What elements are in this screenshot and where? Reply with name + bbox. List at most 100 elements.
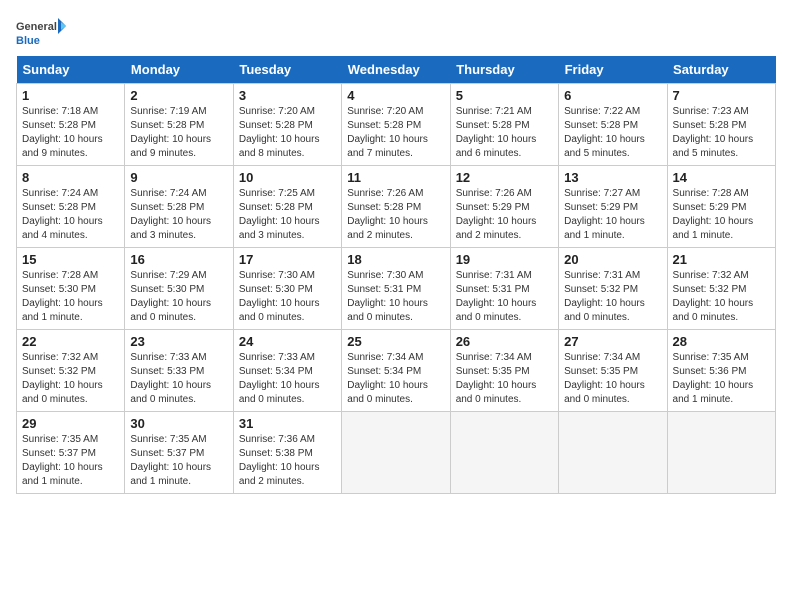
day-number: 15 xyxy=(22,252,119,267)
day-number: 29 xyxy=(22,416,119,431)
day-info: Sunrise: 7:36 AM Sunset: 5:38 PM Dayligh… xyxy=(239,433,336,489)
day-cell-23: 23 Sunrise: 7:33 AM Sunset: 5:33 PM Dayli… xyxy=(125,330,233,412)
day-cell-14: 14 Sunrise: 7:28 AM Sunset: 5:29 PM Dayli… xyxy=(667,166,775,248)
day-info: Sunrise: 7:23 AM Sunset: 5:28 PM Dayligh… xyxy=(673,105,770,161)
day-number: 12 xyxy=(456,170,553,185)
day-info: Sunrise: 7:20 AM Sunset: 5:28 PM Dayligh… xyxy=(239,105,336,161)
day-info: Sunrise: 7:30 AM Sunset: 5:31 PM Dayligh… xyxy=(347,269,444,325)
day-number: 3 xyxy=(239,88,336,103)
day-info: Sunrise: 7:19 AM Sunset: 5:28 PM Dayligh… xyxy=(130,105,227,161)
day-cell-1: 1Sunrise: 7:18 AM Sunset: 5:28 PM Daylig… xyxy=(17,84,125,166)
day-info: Sunrise: 7:27 AM Sunset: 5:29 PM Dayligh… xyxy=(564,187,661,243)
day-cell-12: 12 Sunrise: 7:26 AM Sunset: 5:29 PM Dayli… xyxy=(450,166,558,248)
day-cell-18: 18Sunrise: 7:30 AM Sunset: 5:31 PM Dayli… xyxy=(342,248,450,330)
day-info: Sunrise: 7:32 AM Sunset: 5:32 PM Dayligh… xyxy=(22,351,119,407)
day-number: 8 xyxy=(22,170,119,185)
day-number: 23 xyxy=(130,334,227,349)
day-cell-5: 5Sunrise: 7:21 AM Sunset: 5:28 PM Daylig… xyxy=(450,84,558,166)
day-cell-9: 9 Sunrise: 7:24 AM Sunset: 5:28 PM Daylig… xyxy=(125,166,233,248)
day-cell-17: 17Sunrise: 7:30 AM Sunset: 5:30 PM Dayli… xyxy=(233,248,341,330)
weekday-header-row: SundayMondayTuesdayWednesdayThursdayFrid… xyxy=(17,56,776,84)
day-cell-22: 22 Sunrise: 7:32 AM Sunset: 5:32 PM Dayli… xyxy=(17,330,125,412)
day-number: 16 xyxy=(130,252,227,267)
day-info: Sunrise: 7:28 AM Sunset: 5:29 PM Dayligh… xyxy=(673,187,770,243)
week-row-1: 1Sunrise: 7:18 AM Sunset: 5:28 PM Daylig… xyxy=(17,84,776,166)
empty-cell xyxy=(667,412,775,494)
svg-text:Blue: Blue xyxy=(16,35,40,47)
day-cell-30: 30Sunrise: 7:35 AM Sunset: 5:37 PM Dayli… xyxy=(125,412,233,494)
weekday-header-sunday: Sunday xyxy=(17,56,125,84)
day-number: 19 xyxy=(456,252,553,267)
weekday-header-saturday: Saturday xyxy=(667,56,775,84)
day-cell-7: 7Sunrise: 7:23 AM Sunset: 5:28 PM Daylig… xyxy=(667,84,775,166)
day-number: 28 xyxy=(673,334,770,349)
day-number: 14 xyxy=(673,170,770,185)
day-cell-21: 21 Sunrise: 7:32 AM Sunset: 5:32 PM Dayli… xyxy=(667,248,775,330)
day-info: Sunrise: 7:31 AM Sunset: 5:31 PM Dayligh… xyxy=(456,269,553,325)
day-cell-13: 13 Sunrise: 7:27 AM Sunset: 5:29 PM Dayli… xyxy=(559,166,667,248)
day-info: Sunrise: 7:20 AM Sunset: 5:28 PM Dayligh… xyxy=(347,105,444,161)
week-row-5: 29 Sunrise: 7:35 AM Sunset: 5:37 PM Dayli… xyxy=(17,412,776,494)
day-info: Sunrise: 7:34 AM Sunset: 5:35 PM Dayligh… xyxy=(456,351,553,407)
empty-cell xyxy=(342,412,450,494)
day-info: Sunrise: 7:32 AM Sunset: 5:32 PM Dayligh… xyxy=(673,269,770,325)
day-info: Sunrise: 7:24 AM Sunset: 5:28 PM Dayligh… xyxy=(22,187,119,243)
day-info: Sunrise: 7:21 AM Sunset: 5:28 PM Dayligh… xyxy=(456,105,553,161)
day-cell-29: 29 Sunrise: 7:35 AM Sunset: 5:37 PM Dayli… xyxy=(17,412,125,494)
day-number: 9 xyxy=(130,170,227,185)
day-cell-19: 19 Sunrise: 7:31 AM Sunset: 5:31 PM Dayli… xyxy=(450,248,558,330)
weekday-header-tuesday: Tuesday xyxy=(233,56,341,84)
day-info: Sunrise: 7:26 AM Sunset: 5:28 PM Dayligh… xyxy=(347,187,444,243)
weekday-header-thursday: Thursday xyxy=(450,56,558,84)
day-cell-6: 6Sunrise: 7:22 AM Sunset: 5:28 PM Daylig… xyxy=(559,84,667,166)
day-cell-3: 3 Sunrise: 7:20 AM Sunset: 5:28 PM Daylig… xyxy=(233,84,341,166)
day-cell-16: 16 Sunrise: 7:29 AM Sunset: 5:30 PM Dayli… xyxy=(125,248,233,330)
day-number: 26 xyxy=(456,334,553,349)
empty-cell xyxy=(559,412,667,494)
day-number: 27 xyxy=(564,334,661,349)
day-info: Sunrise: 7:22 AM Sunset: 5:28 PM Dayligh… xyxy=(564,105,661,161)
day-number: 21 xyxy=(673,252,770,267)
calendar-table: SundayMondayTuesdayWednesdayThursdayFrid… xyxy=(16,56,776,494)
day-number: 13 xyxy=(564,170,661,185)
day-number: 11 xyxy=(347,170,444,185)
day-info: Sunrise: 7:26 AM Sunset: 5:29 PM Dayligh… xyxy=(456,187,553,243)
day-cell-31: 31 Sunrise: 7:36 AM Sunset: 5:38 PM Dayli… xyxy=(233,412,341,494)
day-number: 31 xyxy=(239,416,336,431)
week-row-2: 8 Sunrise: 7:24 AM Sunset: 5:28 PM Daylig… xyxy=(17,166,776,248)
day-cell-15: 15 Sunrise: 7:28 AM Sunset: 5:30 PM Dayli… xyxy=(17,248,125,330)
day-number: 20 xyxy=(564,252,661,267)
day-info: Sunrise: 7:24 AM Sunset: 5:28 PM Dayligh… xyxy=(130,187,227,243)
day-number: 2 xyxy=(130,88,227,103)
day-info: Sunrise: 7:18 AM Sunset: 5:28 PM Dayligh… xyxy=(22,105,119,161)
day-cell-24: 24 Sunrise: 7:33 AM Sunset: 5:34 PM Dayli… xyxy=(233,330,341,412)
day-info: Sunrise: 7:29 AM Sunset: 5:30 PM Dayligh… xyxy=(130,269,227,325)
day-cell-11: 11 Sunrise: 7:26 AM Sunset: 5:28 PM Dayli… xyxy=(342,166,450,248)
day-number: 4 xyxy=(347,88,444,103)
day-cell-20: 20 Sunrise: 7:31 AM Sunset: 5:32 PM Dayli… xyxy=(559,248,667,330)
day-cell-2: 2 Sunrise: 7:19 AM Sunset: 5:28 PM Daylig… xyxy=(125,84,233,166)
day-number: 22 xyxy=(22,334,119,349)
day-info: Sunrise: 7:35 AM Sunset: 5:36 PM Dayligh… xyxy=(673,351,770,407)
day-info: Sunrise: 7:35 AM Sunset: 5:37 PM Dayligh… xyxy=(22,433,119,489)
day-cell-10: 10Sunrise: 7:25 AM Sunset: 5:28 PM Dayli… xyxy=(233,166,341,248)
day-number: 10 xyxy=(239,170,336,185)
day-info: Sunrise: 7:33 AM Sunset: 5:33 PM Dayligh… xyxy=(130,351,227,407)
header: General Blue xyxy=(16,16,776,52)
day-info: Sunrise: 7:34 AM Sunset: 5:34 PM Dayligh… xyxy=(347,351,444,407)
day-number: 17 xyxy=(239,252,336,267)
day-info: Sunrise: 7:28 AM Sunset: 5:30 PM Dayligh… xyxy=(22,269,119,325)
week-row-4: 22 Sunrise: 7:32 AM Sunset: 5:32 PM Dayli… xyxy=(17,330,776,412)
day-info: Sunrise: 7:31 AM Sunset: 5:32 PM Dayligh… xyxy=(564,269,661,325)
week-row-3: 15 Sunrise: 7:28 AM Sunset: 5:30 PM Dayli… xyxy=(17,248,776,330)
weekday-header-wednesday: Wednesday xyxy=(342,56,450,84)
day-info: Sunrise: 7:33 AM Sunset: 5:34 PM Dayligh… xyxy=(239,351,336,407)
day-number: 24 xyxy=(239,334,336,349)
weekday-header-friday: Friday xyxy=(559,56,667,84)
day-number: 25 xyxy=(347,334,444,349)
day-cell-28: 28 Sunrise: 7:35 AM Sunset: 5:36 PM Dayli… xyxy=(667,330,775,412)
logo: General Blue xyxy=(16,16,66,52)
day-info: Sunrise: 7:35 AM Sunset: 5:37 PM Dayligh… xyxy=(130,433,227,489)
day-info: Sunrise: 7:34 AM Sunset: 5:35 PM Dayligh… xyxy=(564,351,661,407)
svg-text:General: General xyxy=(16,21,57,33)
